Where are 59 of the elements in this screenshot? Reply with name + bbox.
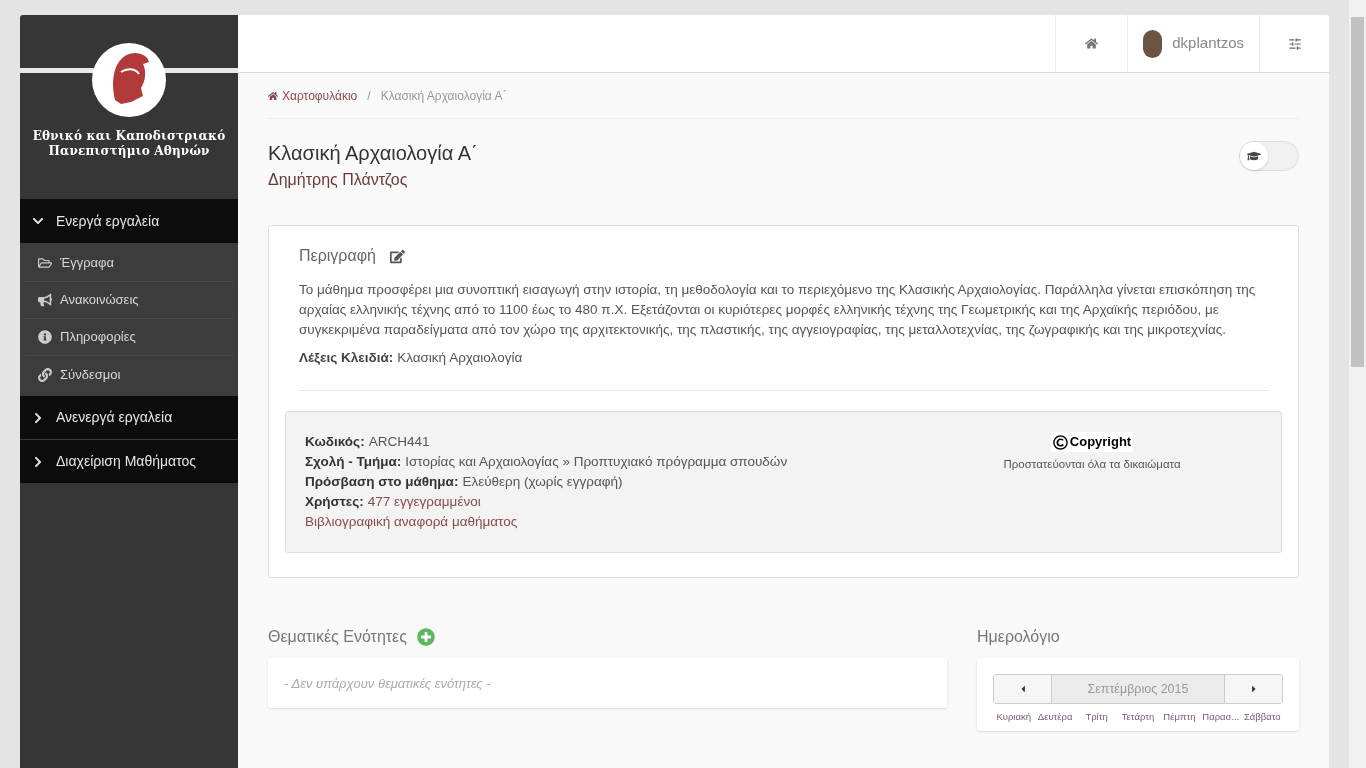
add-icon[interactable] [416, 628, 435, 647]
weekday-label: Σάββατο [1242, 710, 1282, 725]
keywords-value: Κλασική Αρχαιολογία [397, 349, 523, 367]
home-icon [268, 90, 278, 101]
course-description: Το μάθημα προσφέρει μια συνοπτική εισαγωγή στην ιστορία, τη μεθοδολογία και το περιεχόμενο της Κλασικής Αρχαιολογίας. Παράλληλα γίνεται επισκόπηση της αρχαίας ελληνικής τέχνης από το 1100 έως το 480 π.Χ. Εξετάζονται οι κυριότερες μορφές ελληνικής τέχνης της Γεωμετρικής και της Αρχαϊκής περιόδου, με συγκεκριμένα παραδείγματα από τον χώρο της αρχιτεκτονικής, της πλαστικής, της αγγειογραφίας, της μεταλλοτεχνίας, της ζωγραφικής και της μικροτεχνίας. [299, 281, 1257, 339]
university-name: Εθνικό και Καποδιστριακό [32, 129, 226, 144]
detail-label: Χρήστες: [305, 493, 364, 512]
weekday-label: Τετάρτη [1120, 710, 1156, 725]
sidebar-section-header[interactable]: Ενεργά εργαλεία [20, 199, 238, 243]
chevron-right-icon [32, 455, 44, 468]
user-menu[interactable]: dkplantzos [1127, 15, 1259, 72]
weekday-label: Δευτέρα [1036, 710, 1074, 725]
breadcrumb-separator: / [367, 87, 371, 105]
detail-value: ARCH441 [368, 433, 430, 452]
graduation-cap-icon [1247, 149, 1261, 163]
next-month-button[interactable] [1224, 675, 1282, 704]
folder-icon [38, 256, 52, 270]
detail-value: Ιστορίας και Αρχαιολογίας » Προπτυχιακό πρόγραμμα σπουδών [405, 453, 788, 472]
university-name: Πανεπιστήμιο Αθηνών [48, 144, 210, 159]
section-heading: Ημερολόγιο [977, 627, 1061, 648]
weekday-label: Κυριακή [995, 710, 1032, 725]
sidebar-item[interactable]: Έγγραφα [25, 245, 233, 282]
detail-label: Πρόσβαση στο μάθημα: [305, 473, 459, 492]
citation-link[interactable]: Βιβλιογραφική αναφορά μαθήματος [305, 512, 788, 533]
weekday-label: Παρασ... [1201, 710, 1241, 725]
avatar-photo-placeholder [1143, 29, 1163, 58]
instructor-name: Δημήτρης Πλάντζος [268, 170, 409, 190]
sidebar-item[interactable]: Ανακοινώσεις [25, 282, 233, 319]
link-icon [38, 367, 52, 382]
copyright-icon [1052, 434, 1068, 450]
sidebar-item[interactable]: Πληροφορίες [25, 319, 233, 356]
weekday-label: Πέμπτη [1162, 710, 1197, 725]
student-view-toggle[interactable] [1239, 141, 1299, 171]
course-title: Κλασική Αρχαιολογία Α΄ [268, 141, 478, 166]
license-title: Copyright [1069, 433, 1132, 452]
section-heading: Περιγραφή [299, 246, 376, 266]
detail-label: Σχολή - Τμήμα: [305, 453, 402, 472]
calendar-month: Σεπτέμβριος 2015 [1052, 675, 1224, 704]
keywords-label: Λέξεις Κλειδιά: [299, 349, 394, 367]
detail-value: Ελεύθερη (χωρίς εγγραφή) [462, 473, 623, 492]
section-heading: Θεματικές Ενότητες [268, 627, 407, 648]
sidebar-section-header[interactable]: Ανενεργά εργαλεία [20, 395, 238, 439]
sidebar-section-header[interactable]: Διαχείριση Μαθήματος [20, 439, 238, 483]
users-link[interactable]: 477 εγγεγραμμένοι [367, 492, 481, 513]
info-icon [38, 330, 52, 344]
detail-label: Κωδικός: [305, 433, 365, 452]
previous-month-button[interactable] [994, 675, 1052, 704]
breadcrumb-link[interactable]: Χαρτοφυλάκιο [268, 86, 358, 105]
license-note: Προστατεύονται όλα τα δικαιώματα [1003, 456, 1181, 472]
home-icon [1085, 37, 1098, 50]
weekday-label: Τρίτη [1084, 710, 1109, 725]
edit-icon[interactable] [389, 248, 405, 264]
bullhorn-icon [38, 293, 52, 307]
chevron-down-icon [32, 215, 44, 227]
scrollbar[interactable] [1349, 0, 1366, 768]
chevron-right-icon [32, 411, 44, 424]
empty-units-message: - Δεν υπάρχουν θεματικές ενότητες - [284, 674, 491, 693]
sidebar-item[interactable]: Σύνδεσμοι [25, 356, 233, 393]
settings-icon [1287, 36, 1302, 51]
